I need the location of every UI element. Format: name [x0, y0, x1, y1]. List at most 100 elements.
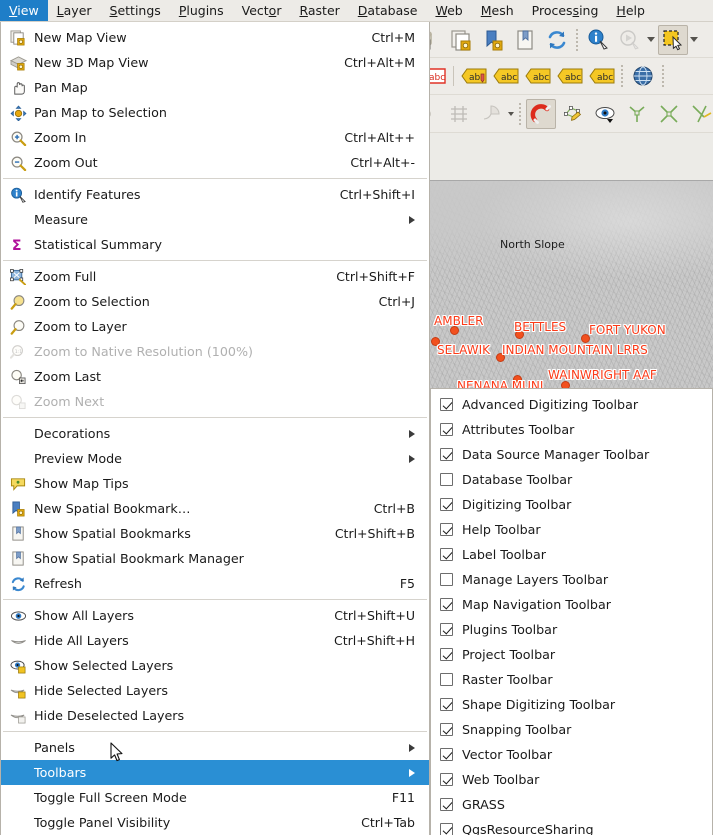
- new-spatial-bookmark-icon[interactable]: [478, 25, 508, 55]
- menu-item-preview-mode[interactable]: Preview Mode: [1, 446, 429, 471]
- menubar-item-database[interactable]: Database: [349, 0, 427, 21]
- menubar-item-processing[interactable]: Processing: [523, 0, 608, 21]
- run-feature-action-icon[interactable]: [615, 25, 645, 55]
- checkbox-unchecked-icon[interactable]: [440, 473, 453, 486]
- checkbox-unchecked-icon[interactable]: [440, 573, 453, 586]
- chevron-down-icon[interactable]: [508, 112, 514, 116]
- checkbox-checked-icon[interactable]: [440, 623, 453, 636]
- menu-item-statistical-summary[interactable]: ΣStatistical Summary: [1, 232, 429, 257]
- checkbox-checked-icon[interactable]: [440, 498, 453, 511]
- new-map-view-icon[interactable]: [446, 25, 476, 55]
- checkbox-checked-icon[interactable]: [440, 798, 453, 811]
- checkbox-checked-icon[interactable]: [440, 423, 453, 436]
- identify-features-icon[interactable]: [583, 25, 613, 55]
- menu-item-show-spatial-bookmark-manager[interactable]: Show Spatial Bookmark Manager: [1, 546, 429, 571]
- toolbar-checkbox-item-digitizing-toolbar[interactable]: Digitizing Toolbar: [431, 492, 712, 517]
- menu-item-decorations[interactable]: Decorations: [1, 421, 429, 446]
- checkbox-checked-icon[interactable]: [440, 773, 453, 786]
- menu-item-zoom-in[interactable]: Zoom InCtrl+Alt++: [1, 125, 429, 150]
- menu-item-new-map-view[interactable]: New Map ViewCtrl+M: [1, 25, 429, 50]
- menubar-item-web[interactable]: Web: [426, 0, 471, 21]
- checkbox-checked-icon[interactable]: [440, 723, 453, 736]
- menu-item-new-3d-map-view[interactable]: New 3D Map ViewCtrl+Alt+M: [1, 50, 429, 75]
- toolbar-checkbox-item-advanced-digitizing-toolbar[interactable]: Advanced Digitizing Toolbar: [431, 392, 712, 417]
- toolbar-checkbox-item-web-toolbar[interactable]: Web Toolbar: [431, 767, 712, 792]
- edit-vertex-icon[interactable]: [558, 99, 588, 129]
- menu-item-zoom-full[interactable]: Zoom FullCtrl+Shift+F: [1, 264, 429, 289]
- toolbar-checkbox-item-attributes-toolbar[interactable]: Attributes Toolbar: [431, 417, 712, 442]
- menu-item-show-map-tips[interactable]: Show Map Tips: [1, 471, 429, 496]
- refresh-icon[interactable]: [542, 25, 572, 55]
- menu-item-hide-selected-layers[interactable]: Hide Selected Layers: [1, 678, 429, 703]
- eye-visibility-icon[interactable]: [590, 99, 620, 129]
- checkbox-checked-icon[interactable]: [440, 448, 453, 461]
- menu-item-identify-features[interactable]: Identify FeaturesCtrl+Shift+I: [1, 182, 429, 207]
- toolbar-checkbox-item-grass[interactable]: GRASS: [431, 792, 712, 817]
- toolbar-checkbox-item-data-source-manager-toolbar[interactable]: Data Source Manager Toolbar: [431, 442, 712, 467]
- toolbar-checkbox-item-vector-toolbar[interactable]: Vector Toolbar: [431, 742, 712, 767]
- checkbox-checked-icon[interactable]: [440, 748, 453, 761]
- menu-item-show-spatial-bookmarks[interactable]: Show Spatial BookmarksCtrl+Shift+B: [1, 521, 429, 546]
- menu-item-panels[interactable]: Panels: [1, 735, 429, 760]
- toolbar-checkbox-item-manage-layers-toolbar[interactable]: Manage Layers Toolbar: [431, 567, 712, 592]
- checkbox-checked-icon[interactable]: [440, 598, 453, 611]
- menu-item-zoom-last[interactable]: Zoom Last: [1, 364, 429, 389]
- topology-y-icon[interactable]: [622, 99, 652, 129]
- menu-item-toggle-full-screen-mode[interactable]: Toggle Full Screen ModeF11: [1, 785, 429, 810]
- menu-item-show-all-layers[interactable]: Show All LayersCtrl+Shift+U: [1, 603, 429, 628]
- menu-item-refresh[interactable]: RefreshF5: [1, 571, 429, 596]
- advanced-digitizing-icon[interactable]: [444, 99, 474, 129]
- menu-item-pan-map-to-selection[interactable]: Pan Map to Selection: [1, 100, 429, 125]
- menu-item-hide-all-layers[interactable]: Hide All LayersCtrl+Shift+H: [1, 628, 429, 653]
- checkbox-checked-icon[interactable]: [440, 548, 453, 561]
- menubar-item-mesh[interactable]: Mesh: [472, 0, 523, 21]
- toolbar-checkbox-item-plugins-toolbar[interactable]: Plugins Toolbar: [431, 617, 712, 642]
- menu-item-show-selected-layers[interactable]: Show Selected Layers: [1, 653, 429, 678]
- toolbar-checkbox-item-database-toolbar[interactable]: Database Toolbar: [431, 467, 712, 492]
- chevron-down-icon[interactable]: [647, 37, 655, 42]
- show-spatial-bookmarks-icon[interactable]: [510, 25, 540, 55]
- menubar-item-settings[interactable]: Settings: [101, 0, 170, 21]
- cad-shape-icon[interactable]: [476, 99, 506, 129]
- checkbox-checked-icon[interactable]: [440, 398, 453, 411]
- label-properties-icon[interactable]: abc: [587, 61, 617, 91]
- checkbox-unchecked-icon[interactable]: [440, 673, 453, 686]
- menu-item-toolbars[interactable]: Toolbars: [1, 760, 429, 785]
- menubar-item-raster[interactable]: Raster: [290, 0, 348, 21]
- toolbar-checkbox-item-project-toolbar[interactable]: Project Toolbar: [431, 642, 712, 667]
- toolbar-checkbox-item-map-navigation-toolbar[interactable]: Map Navigation Toolbar: [431, 592, 712, 617]
- select-features-icon[interactable]: [658, 25, 688, 55]
- menu-item-pan-map[interactable]: Pan Map: [1, 75, 429, 100]
- checkbox-checked-icon[interactable]: [440, 823, 453, 835]
- toolbar-checkbox-item-qgsresourcesharing[interactable]: QgsResourceSharing: [431, 817, 712, 835]
- label-change-icon[interactable]: abc: [555, 61, 585, 91]
- toolbar-checkbox-item-label-toolbar[interactable]: Label Toolbar: [431, 542, 712, 567]
- chevron-down-icon[interactable]: [690, 37, 698, 42]
- map-canvas[interactable]: North Slope AMBLERBETTLESFORT YUKONSELAW…: [428, 180, 713, 392]
- topology-star-icon[interactable]: [686, 99, 713, 129]
- toolbar-checkbox-item-snapping-toolbar[interactable]: Snapping Toolbar: [431, 717, 712, 742]
- toolbar-checkbox-item-shape-digitizing-toolbar[interactable]: Shape Digitizing Toolbar: [431, 692, 712, 717]
- checkbox-checked-icon[interactable]: [440, 523, 453, 536]
- snapping-magnet-icon[interactable]: [526, 99, 556, 129]
- menubar-item-layer[interactable]: Layer: [48, 0, 101, 21]
- menu-item-new-spatial-bookmark[interactable]: New Spatial Bookmark…Ctrl+B: [1, 496, 429, 521]
- menu-item-hide-deselected-layers[interactable]: Hide Deselected Layers: [1, 703, 429, 728]
- label-move-icon[interactable]: abc: [491, 61, 521, 91]
- checkbox-checked-icon[interactable]: [440, 648, 453, 661]
- menubar-item-help[interactable]: Help: [607, 0, 654, 21]
- menu-item-zoom-out[interactable]: Zoom OutCtrl+Alt+-: [1, 150, 429, 175]
- menu-item-zoom-to-layer[interactable]: Zoom to Layer: [1, 314, 429, 339]
- menu-item-measure[interactable]: Measure: [1, 207, 429, 232]
- menubar-item-plugins[interactable]: Plugins: [170, 0, 233, 21]
- web-globe-icon[interactable]: [628, 61, 658, 91]
- topology-x-icon[interactable]: [654, 99, 684, 129]
- menubar-item-vector[interactable]: Vector: [233, 0, 291, 21]
- label-red-icon[interactable]: abc: [428, 61, 448, 91]
- circle-handle-icon[interactable]: [428, 99, 442, 129]
- label-pin-icon[interactable]: ab: [459, 61, 489, 91]
- checkbox-checked-icon[interactable]: [440, 698, 453, 711]
- toolbar-checkbox-item-raster-toolbar[interactable]: Raster Toolbar: [431, 667, 712, 692]
- menu-item-zoom-to-selection[interactable]: Zoom to SelectionCtrl+J: [1, 289, 429, 314]
- menu-item-toggle-panel-visibility[interactable]: Toggle Panel VisibilityCtrl+Tab: [1, 810, 429, 835]
